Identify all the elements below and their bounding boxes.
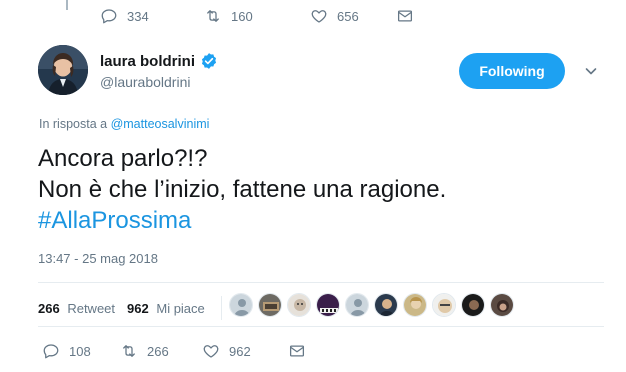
liker-avatar[interactable] (287, 293, 311, 317)
chevron-down-icon[interactable] (584, 64, 598, 78)
liker-avatar[interactable] (403, 293, 427, 317)
reply-mention-link[interactable]: @matteosalvinimi (111, 117, 210, 131)
following-button[interactable]: Following (459, 53, 565, 89)
like-button[interactable]: 962 (202, 342, 288, 360)
tweet-text: Ancora parlo?!? Non è che l’inizio, fatt… (38, 143, 446, 236)
author-handle[interactable]: @lauraboldrini (100, 74, 218, 90)
divider (38, 326, 604, 327)
avatar-portrait (38, 45, 88, 95)
liker-avatar-image (317, 294, 339, 316)
retweet-button[interactable]: 160 (204, 7, 310, 25)
liker-avatar[interactable] (316, 293, 340, 317)
tweet-text-line: Non è che l’inizio, fattene una ragione. (38, 176, 447, 203)
reply-button[interactable]: 334 (100, 7, 204, 25)
like-icon (203, 345, 219, 358)
liker-avatar-image (288, 294, 310, 316)
reply-count: 108 (69, 343, 91, 359)
retweet-icon (123, 345, 135, 357)
thread-line (66, 0, 68, 10)
reply-prefix: In risposta a (39, 117, 108, 131)
author-name[interactable]: laura boldrini (100, 53, 195, 70)
liker-avatar-image (433, 294, 455, 316)
like-icon (311, 10, 327, 23)
tweet-stats: 266 Retweet 962 Mi piace (38, 296, 222, 320)
reply-icon (101, 9, 117, 24)
liker-avatar-image (491, 294, 513, 316)
retweets-stat-count: 266 (38, 300, 60, 316)
likes-stat[interactable]: 962 Mi piace (127, 301, 205, 316)
retweets-stat-label: Retweet (67, 300, 116, 316)
default-avatar-icon (346, 294, 368, 316)
liker-avatar-image (375, 294, 397, 316)
default-avatar-icon (230, 294, 252, 316)
liker-avatar-image (404, 294, 426, 316)
verified-badge-icon (201, 53, 217, 69)
direct-message-button[interactable] (396, 7, 414, 25)
liker-avatar[interactable] (461, 293, 485, 317)
divider (38, 282, 604, 283)
author-block: laura boldrini @lauraboldrini (100, 52, 218, 90)
liker-avatar[interactable] (432, 293, 456, 317)
retweet-count: 266 (147, 343, 169, 359)
stats-separator (220, 296, 222, 320)
liker-avatar-image (462, 294, 484, 316)
likes-stat-label: Mi piace (156, 300, 205, 316)
retweet-icon (207, 10, 219, 22)
hashtag-link[interactable]: #AllaProssima (38, 205, 446, 236)
liker-avatar[interactable] (345, 293, 369, 317)
direct-message-button[interactable] (288, 342, 306, 360)
reply-button[interactable]: 108 (42, 342, 120, 360)
dm-icon (397, 10, 413, 22)
retweet-button[interactable]: 266 (120, 342, 202, 360)
liker-avatar[interactable] (258, 293, 282, 317)
timestamp[interactable]: 13:47 - 25 mag 2018 (38, 251, 158, 266)
reply-icon (43, 344, 59, 359)
retweets-stat[interactable]: 266 Retweet (38, 301, 115, 316)
previous-tweet-actions: 334 160 656 (100, 7, 414, 25)
like-count: 962 (229, 343, 251, 359)
liker-avatar[interactable] (374, 293, 398, 317)
liker-avatar[interactable] (490, 293, 514, 317)
reply-count: 334 (127, 8, 149, 24)
likers-avatars (229, 293, 519, 317)
tweet-text-line: Ancora parlo?!? (38, 145, 208, 172)
avatar[interactable] (38, 45, 88, 95)
like-count: 656 (337, 8, 359, 24)
reply-context: In risposta a @matteosalvinimi (39, 117, 209, 131)
likes-stat-count: 962 (127, 300, 149, 316)
like-button[interactable]: 656 (310, 7, 396, 25)
liker-avatar[interactable] (229, 293, 253, 317)
liker-avatar-image (259, 294, 281, 316)
tweet-actions: 108 266 962 (42, 342, 306, 360)
retweet-count: 160 (231, 8, 253, 24)
dm-icon (289, 345, 305, 357)
